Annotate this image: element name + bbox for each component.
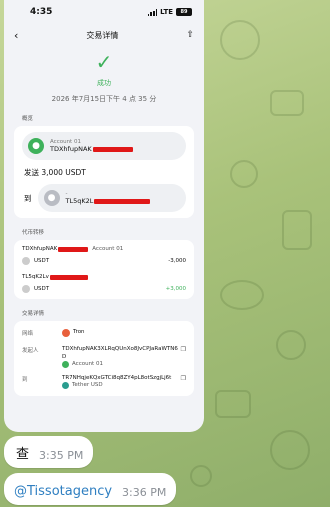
transfer-amount-in: +3,000: [165, 286, 186, 292]
to-row: 到 ● - TL5qK2L: [22, 184, 186, 212]
transfer-from-address: TDXhfupNAK: [22, 246, 58, 252]
account-avatar-icon: ●: [28, 138, 44, 154]
message-time: 3:36 PM: [122, 486, 167, 499]
status-time: 4:35: [30, 7, 53, 17]
transaction-screenshot-image[interactable]: 4:35 LTE 89 ‹ 交易详情 ⇧ ✓ 成功 2026 年7月15日下午 …: [4, 0, 204, 432]
account-avatar-icon: [62, 361, 69, 369]
status-text: 成功: [97, 79, 111, 87]
receiver-address: TR7NHqjeKQxGTCi8q8ZY4pL8otSzgjLj6t: [62, 374, 172, 381]
chat-message-bubble[interactable]: @Tissotagency 3:36 PM: [4, 473, 177, 505]
token-symbol: USDT: [34, 286, 50, 292]
redaction-mark: [49, 274, 88, 280]
to-label: 到: [24, 193, 32, 203]
wallpaper-doodle: [282, 210, 312, 250]
user-avatar-icon: ●: [43, 190, 60, 206]
wallpaper-doodle: [190, 465, 212, 487]
overview-label: 概览: [22, 116, 34, 122]
wallpaper-doodle: [270, 90, 304, 116]
wallpaper-doodle: [270, 430, 310, 470]
copy-icon[interactable]: ❐: [178, 346, 186, 368]
redaction-mark: [92, 146, 133, 152]
from-account-pill[interactable]: ● Account 01 TDXhfupNAK: [22, 132, 186, 160]
sender-label: 发起人: [22, 348, 39, 355]
redaction-mark: [58, 246, 89, 252]
network-value: Tron: [73, 329, 85, 336]
transaction-date: 2026 年7月15日下午 4 点 35 分: [51, 95, 157, 103]
receiver-row: 到 TR7NHqjeKQxGTCi8q8ZY4pL8otSzgjLj6t Tet…: [22, 375, 186, 390]
token-symbol: USDT: [34, 258, 50, 264]
mention-link[interactable]: @Tissotagency: [14, 484, 112, 499]
from-account-name: Account 01: [50, 138, 81, 145]
transfer-amount-out: -3,000: [168, 258, 186, 264]
sender-row: 发起人 TDXhfupNAK3XLRqQUnXo8JvCPJaRaWTN6D A…: [22, 346, 186, 369]
transfer-row-to: TL5qK2Lv: [22, 274, 186, 280]
send-amount-line: 发送 3,000 USDT: [24, 167, 186, 178]
receiver-sub: Tether USD: [72, 382, 103, 389]
transfer-token-row: USDT -3,000: [22, 257, 186, 265]
receiver-label: 到: [22, 376, 28, 383]
chevron-left-icon[interactable]: ‹: [14, 30, 18, 41]
message-text: 查: [16, 447, 30, 462]
wallpaper-doodle: [276, 330, 306, 360]
transfer-to-address: TL5qK2Lv: [22, 274, 49, 280]
transfer-token-row: USDT +3,000: [22, 285, 186, 293]
checkmark-icon: ✓: [95, 50, 113, 74]
signal-icon: [147, 8, 158, 16]
details-card: 网络 Tron 发起人 TDXhfupNAK3XLRqQUnXo8JvCPJaR…: [14, 321, 194, 396]
status-bar: 4:35 LTE 89: [4, 0, 204, 24]
transfer-label: 代币转移: [22, 230, 45, 236]
page-title: 交易详情: [86, 30, 119, 40]
from-address: TDXhfupNAK: [50, 145, 133, 153]
overview-card: ● Account 01 TDXhfupNAK 发送 3,000 USDT 到 …: [14, 126, 194, 218]
network-type: LTE: [160, 8, 173, 16]
to-account-pill[interactable]: ● - TL5qK2L: [37, 184, 186, 212]
transfer-row-from: TDXhfupNAK Account 01: [22, 246, 186, 252]
network-label: 网络: [22, 331, 34, 337]
wallpaper-doodle: [220, 280, 264, 310]
share-icon[interactable]: ⇧: [186, 30, 194, 40]
usdt-coin-icon: [22, 257, 30, 265]
wallpaper-doodle: [220, 20, 260, 60]
nav-bar: ‹ 交易详情 ⇧: [4, 24, 204, 46]
usdt-coin-icon: [22, 285, 30, 293]
result-header: ✓ 成功 2026 年7月15日下午 4 点 35 分: [4, 46, 204, 104]
to-account-name: -: [65, 190, 68, 197]
chat-message-bubble[interactable]: 查 3:35 PM: [4, 436, 94, 468]
transfer-card: TDXhfupNAK Account 01 USDT -3,000 TL5qK2…: [14, 240, 194, 299]
copy-icon[interactable]: ❐: [178, 375, 186, 390]
network-row: 网络 Tron: [22, 329, 186, 340]
transfer-from-account: Account 01: [92, 246, 124, 252]
wallpaper-doodle: [230, 160, 258, 188]
status-indicators: LTE 89: [147, 8, 192, 16]
battery-icon: 89: [176, 8, 192, 16]
redaction-mark: [94, 198, 151, 204]
sender-address: TDXhfupNAK3XLRqQUnXo8JvCPJaRaWTN6D: [62, 346, 178, 360]
tron-icon: [62, 329, 70, 337]
details-label: 交易详情: [22, 311, 45, 317]
to-address: TL5qK2L: [66, 197, 151, 205]
sender-account: Account 01: [72, 361, 103, 368]
message-time: 3:35 PM: [39, 449, 84, 462]
tether-icon: [62, 382, 69, 390]
wallpaper-doodle: [215, 390, 251, 418]
send-amount: 3,000 USDT: [41, 168, 86, 177]
send-label: 发送: [24, 168, 39, 177]
